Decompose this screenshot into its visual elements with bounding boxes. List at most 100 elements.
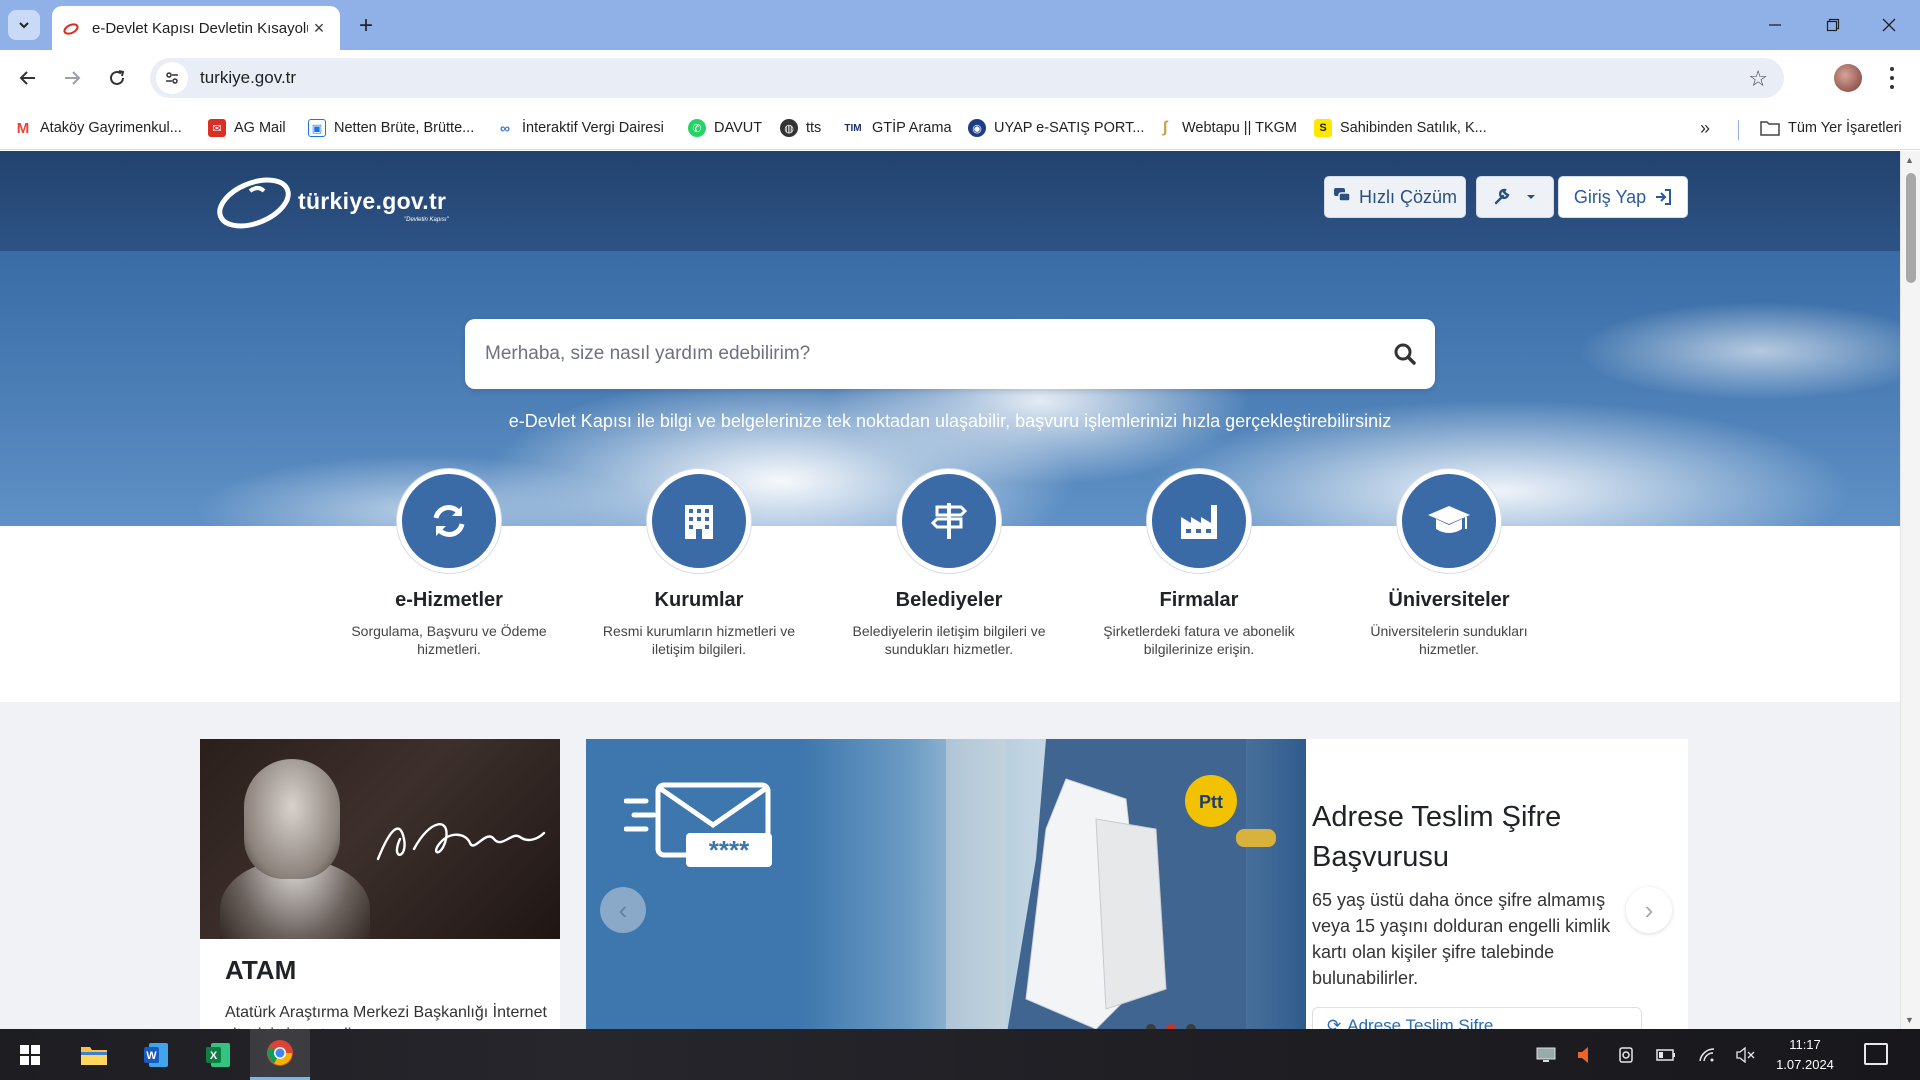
postman-illustration-icon: Ptt <box>946 739 1276 1029</box>
restore-button[interactable] <box>1810 10 1856 40</box>
mail-icon: ✉ <box>208 119 226 137</box>
accessibility-menu-button[interactable] <box>1476 176 1554 218</box>
bookmark-item[interactable]: ◍ tts <box>780 116 821 140</box>
taskbar-excel[interactable]: X <box>190 1029 246 1080</box>
bookmark-item[interactable]: M Ataköy Gayrimenkul... <box>14 116 182 140</box>
tab-close-icon[interactable]: × <box>308 17 330 39</box>
browser-tab-strip: e-Devlet Kapısı Devletin Kısayolu × + <box>0 0 1920 50</box>
notification-center-icon[interactable] <box>1864 1043 1888 1065</box>
category-belediyeler[interactable]: Belediyeler Belediyelerin iletişim bilgi… <box>834 469 1064 658</box>
scroll-up-icon[interactable]: ▲ <box>1905 155 1914 165</box>
bookmark-item[interactable]: S Sahibinden Satılık, K... <box>1314 116 1487 140</box>
taskbar-clock[interactable]: 11:17 1.07.2024 <box>1760 1035 1850 1075</box>
login-button[interactable]: Giriş Yap <box>1558 176 1688 218</box>
logo-text: türkiye.gov.tr <box>298 187 447 214</box>
bookmark-label: Ataköy Gayrimenkul... <box>40 120 182 136</box>
slider-prev-button[interactable]: ‹ <box>600 887 646 933</box>
excel-icon: X <box>206 1042 230 1067</box>
bookmark-star-icon[interactable]: ☆ <box>1748 66 1768 92</box>
arrow-right-icon <box>65 71 81 85</box>
url-text[interactable]: turkiye.gov.tr <box>200 68 296 88</box>
tray-battery[interactable] <box>1656 1043 1676 1067</box>
new-tab-button[interactable]: + <box>352 12 380 40</box>
scroll-down-icon[interactable]: ▼ <box>1905 1015 1914 1025</box>
taskbar-word[interactable]: W <box>128 1029 184 1080</box>
bookmarks-overflow-icon[interactable]: » <box>1700 118 1710 139</box>
sahibinden-icon: S <box>1314 119 1332 137</box>
hizli-cozum-button[interactable]: Hızlı Çözüm <box>1324 176 1466 218</box>
svg-text:X: X <box>210 1050 218 1062</box>
windows-taskbar: W X 11:17 1.07.2024 <box>0 1029 1920 1080</box>
category-description: Resmi kurumların hizmetleri ve iletişim … <box>602 623 796 657</box>
site-header: türkiye.gov.tr "Devletin Kapısı" Hızlı Ç… <box>0 151 1900 251</box>
hero-tagline: e-Devlet Kapısı ile bilgi ve belgelerini… <box>508 411 1392 431</box>
bookmark-label: Sahibinden Satılık, K... <box>1340 120 1487 136</box>
taskbar-chrome[interactable] <box>250 1029 310 1080</box>
search-icon[interactable] <box>1375 324 1435 384</box>
site-logo[interactable]: türkiye.gov.tr "Devletin Kapısı" <box>214 169 464 233</box>
active-tab[interactable]: e-Devlet Kapısı Devletin Kısayolu × <box>52 6 340 50</box>
chevron-down-icon <box>19 22 29 29</box>
atam-card[interactable]: ATAM Atatürk Araştırma Merkezi Başkanlığ… <box>200 739 560 1029</box>
site-info-icon[interactable] <box>156 62 188 94</box>
bookmark-item[interactable]: ◉ UYAP e-SATIŞ PORT... <box>968 116 1144 140</box>
category-title: e-Hizmetler <box>395 589 503 611</box>
tab-title: e-Devlet Kapısı Devletin Kısayolu <box>92 19 308 37</box>
globe-icon: ◍ <box>780 119 798 137</box>
taskbar-file-explorer[interactable] <box>66 1029 122 1080</box>
graduation-cap-icon <box>1428 506 1470 533</box>
bookmark-item[interactable]: ▣ Netten Brüte, Brütte... <box>308 116 474 140</box>
profile-avatar[interactable] <box>1834 64 1862 92</box>
search-input[interactable]: Merhaba, size nasıl yardım edebilirim? <box>485 343 1375 365</box>
tray-wifi[interactable] <box>1698 1043 1716 1067</box>
all-bookmarks-folder[interactable]: Tüm Yer İşaretleri <box>1760 116 1902 140</box>
bookmark-item[interactable]: ✉ AG Mail <box>208 116 286 140</box>
category-circle <box>1397 469 1501 573</box>
back-button[interactable] <box>12 62 44 94</box>
slider-next-button[interactable]: › <box>1626 887 1672 933</box>
bookmark-item[interactable]: TIM GTİP Arama <box>842 116 951 140</box>
browser-menu-icon[interactable] <box>1882 64 1902 92</box>
search-box[interactable]: Merhaba, size nasıl yardım edebilirim? <box>465 319 1435 389</box>
category-title: Kurumlar <box>654 589 744 611</box>
bookmark-label: Netten Brüte, Brütte... <box>334 120 475 136</box>
folder-icon <box>1760 121 1780 136</box>
reload-button[interactable] <box>101 62 133 94</box>
category-kurumlar[interactable]: Kurumlar Resmi kurumların hizmetleri ve … <box>584 469 814 658</box>
edevlet-logo-icon <box>217 177 291 229</box>
bookmark-label: tts <box>806 120 822 136</box>
factory-icon <box>1181 505 1217 539</box>
page-scrollbar[interactable]: ▲ ▼ <box>1900 151 1920 1029</box>
address-bar[interactable]: turkiye.gov.tr ☆ <box>150 58 1784 98</box>
gib-icon: ∞ <box>500 120 510 136</box>
minimize-icon <box>1769 24 1781 26</box>
bookmark-item[interactable]: ✆ DAVUT <box>688 116 762 140</box>
close-window-button[interactable] <box>1866 10 1912 40</box>
announcement-slider: **** Ptt ‹ › Adrese Teslim Şifre Başvuru… <box>586 739 1688 1029</box>
slide-link-button[interactable]: ⟳ Adrese Teslim Şifre <box>1312 1007 1642 1029</box>
minimize-button[interactable] <box>1752 10 1798 40</box>
forward-button[interactable] <box>56 62 88 94</box>
category-description: Belediyelerin iletişim bilgileri ve sund… <box>852 623 1046 657</box>
clock-time: 11:17 <box>1789 1037 1821 1052</box>
building-icon <box>685 505 713 539</box>
bookmarks-divider <box>1738 120 1739 140</box>
windows-logo-icon <box>20 1044 40 1065</box>
tray-device-icon[interactable] <box>1618 1043 1634 1067</box>
tab-search-button[interactable] <box>8 10 40 40</box>
tray-app-icon[interactable] <box>1536 1043 1556 1067</box>
start-button[interactable] <box>2 1029 58 1080</box>
tray-volume[interactable] <box>1736 1043 1756 1067</box>
category-firmalar[interactable]: Firmalar Şirketlerdeki fatura ve aboneli… <box>1084 469 1314 658</box>
tray-volume-alert[interactable] <box>1576 1043 1592 1067</box>
clock-date: 1.07.2024 <box>1776 1057 1834 1072</box>
bookmark-item[interactable]: ∞ İnteraktif Vergi Dairesi <box>496 116 664 140</box>
bookmark-item[interactable]: ʃ Webtapu || TKGM <box>1156 116 1297 140</box>
category-e-hizmetler[interactable]: e-Hizmetler Sorgulama, Başvuru ve Ödeme … <box>334 469 564 658</box>
bookmark-label: İnteraktif Vergi Dairesi <box>522 120 664 136</box>
scroll-thumb[interactable] <box>1906 173 1916 283</box>
ataturk-signature-icon <box>376 823 546 861</box>
ptt-badge: Ptt <box>1199 792 1223 812</box>
tim-icon: TIM <box>844 122 862 134</box>
category-universiteler[interactable]: Üniversiteler Üniversitelerin sundukları… <box>1334 469 1564 658</box>
